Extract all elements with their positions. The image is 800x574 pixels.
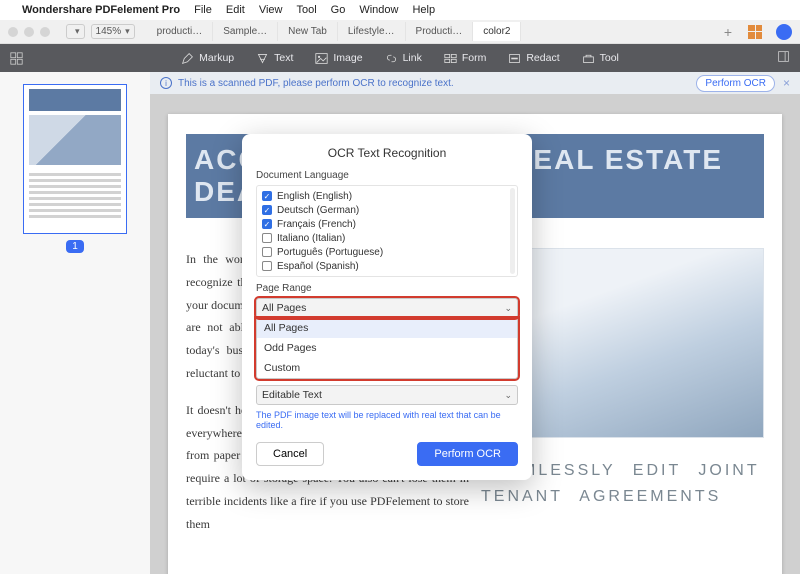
form-icon [444, 52, 457, 65]
ocr-notice-text: This is a scanned PDF, please perform OC… [178, 78, 454, 89]
tab-4[interactable]: Producti… [406, 22, 474, 41]
zoom-level[interactable]: 145% ▾ [91, 24, 135, 39]
image-button[interactable]: Image [315, 52, 362, 65]
user-avatar[interactable] [776, 24, 792, 40]
markup-button[interactable]: Markup [181, 52, 234, 65]
tab-5[interactable]: color2 [473, 22, 521, 41]
ocr-notice-bar: i This is a scanned PDF, please perform … [150, 72, 800, 94]
menu-edit[interactable]: Edit [226, 4, 245, 16]
lang-german[interactable]: ✓Deutsch (German) [262, 203, 512, 217]
window-header: ▾ 145% ▾ producti… Sample… New Tab Lifes… [0, 20, 800, 44]
cancel-button[interactable]: Cancel [256, 442, 324, 466]
app-body: 1 i This is a scanned PDF, please perfor… [0, 72, 800, 574]
language-label: Document Language [256, 170, 518, 181]
new-tab-button[interactable]: + [714, 24, 742, 40]
redact-button[interactable]: Redact [508, 52, 559, 65]
lang-english[interactable]: ✓English (English) [262, 189, 512, 203]
apps-grid-icon[interactable] [748, 25, 762, 39]
toolbox-icon [582, 52, 595, 65]
language-scrollbar[interactable] [510, 188, 515, 274]
output-select[interactable]: Editable Text⌄ [256, 385, 518, 405]
page-range-dropdown: All Pages Odd Pages Custom [256, 318, 518, 379]
tab-2[interactable]: New Tab [278, 22, 338, 41]
text-button[interactable]: Text [256, 52, 293, 65]
zoom-window-icon[interactable] [40, 27, 50, 37]
perform-ocr-pill[interactable]: Perform OCR [696, 75, 775, 92]
dialog-title: OCR Text Recognition [256, 146, 518, 160]
chevron-down-icon: ⌄ [504, 390, 512, 401]
menu-view[interactable]: View [259, 4, 283, 16]
thumbnail-sidebar: 1 [0, 72, 150, 574]
range-option-all[interactable]: All Pages [257, 318, 517, 338]
text-icon [256, 52, 269, 65]
menu-go[interactable]: Go [331, 4, 346, 16]
range-option-custom[interactable]: Custom [257, 358, 517, 378]
mac-menubar: Wondershare PDFelement Pro File Edit Vie… [0, 0, 800, 20]
menu-tool[interactable]: Tool [296, 4, 316, 16]
document-main: i This is a scanned PDF, please perform … [150, 72, 800, 574]
output-note: The PDF image text will be replaced with… [256, 410, 518, 430]
form-button[interactable]: Form [444, 52, 487, 65]
menu-file[interactable]: File [194, 4, 212, 16]
perform-ocr-button[interactable]: Perform OCR [417, 442, 518, 466]
minimize-window-icon[interactable] [24, 27, 34, 37]
ocr-dialog: OCR Text Recognition Document Language ✓… [242, 134, 532, 480]
redact-icon [508, 52, 521, 65]
menu-window[interactable]: Window [359, 4, 398, 16]
page-thumbnail-1[interactable] [23, 84, 127, 234]
info-icon: i [160, 77, 172, 89]
tab-3[interactable]: Lifestyle… [338, 22, 406, 41]
tab-0[interactable]: producti… [147, 22, 214, 41]
lang-spanish[interactable]: Español (Spanish) [262, 259, 512, 273]
chevron-down-icon: ⌄ [504, 303, 512, 314]
thumbnails-icon[interactable] [10, 52, 23, 65]
language-list[interactable]: ✓English (English) ✓Deutsch (German) ✓Fr… [256, 185, 518, 277]
tool-button[interactable]: Tool [582, 52, 619, 65]
page-range-select[interactable]: All Pages⌄ [256, 298, 518, 318]
image-icon [315, 52, 328, 65]
lang-french[interactable]: ✓Français (French) [262, 217, 512, 231]
lang-portuguese[interactable]: Português (Portuguese) [262, 245, 512, 259]
close-notice-icon[interactable]: × [783, 76, 790, 90]
properties-icon[interactable] [777, 50, 790, 66]
page-number-badge: 1 [66, 240, 84, 253]
link-icon [385, 52, 398, 65]
pen-icon [181, 52, 194, 65]
app-name[interactable]: Wondershare PDFelement Pro [22, 4, 180, 16]
main-toolbar: Markup Text Image Link Form Redact Tool [0, 44, 800, 72]
view-mode-button[interactable]: ▾ [66, 24, 85, 39]
tab-1[interactable]: Sample… [213, 22, 278, 41]
menu-help[interactable]: Help [412, 4, 435, 16]
zoom-value: 145% [96, 26, 122, 37]
traffic-lights[interactable] [8, 27, 50, 37]
lang-italian[interactable]: Italiano (Italian) [262, 231, 512, 245]
link-button[interactable]: Link [385, 52, 422, 65]
document-viewport[interactable]: ACCELERATE YOUR REAL ESTATE DEALS In the… [150, 94, 800, 574]
range-label: Page Range [256, 283, 518, 294]
close-window-icon[interactable] [8, 27, 18, 37]
range-option-odd[interactable]: Odd Pages [257, 338, 517, 358]
document-tabs: producti… Sample… New Tab Lifestyle… Pro… [147, 22, 708, 41]
